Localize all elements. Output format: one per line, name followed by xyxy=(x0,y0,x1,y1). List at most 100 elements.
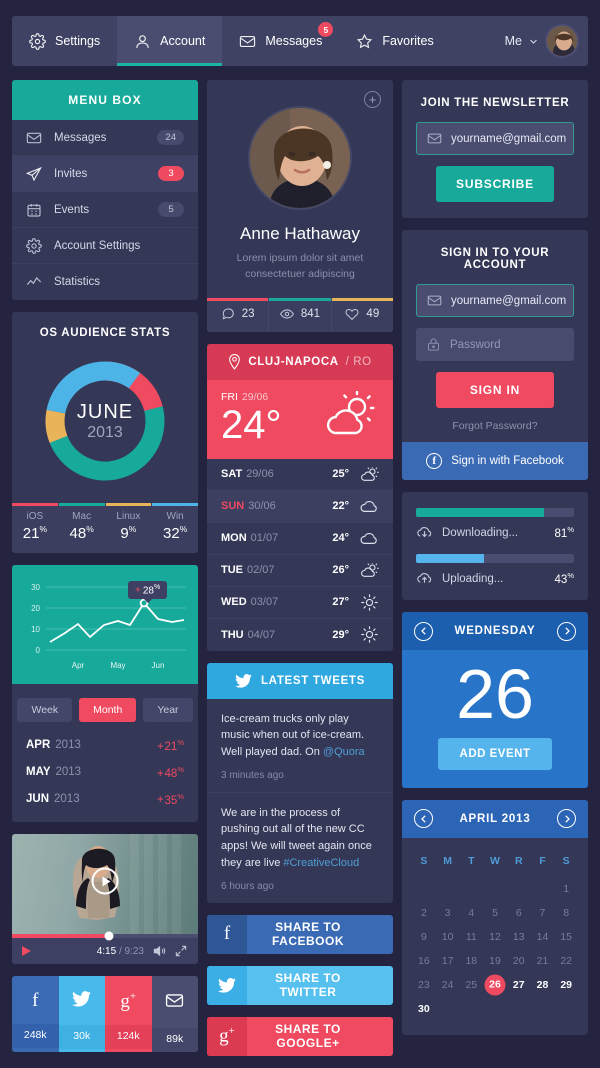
tweet-text-wrap: Ice-cream trucks only play music when ou… xyxy=(221,711,379,761)
calendar-dow: R xyxy=(514,854,523,867)
signin-button[interactable]: SIGN IN xyxy=(436,372,554,408)
filter-week[interactable]: Week xyxy=(17,698,73,722)
paper-plane-icon xyxy=(26,166,42,181)
calendar-day[interactable]: 22 xyxy=(554,949,578,973)
calendar-day[interactable]: 3 xyxy=(436,901,460,925)
forecast-row[interactable]: THU 04/07 29° xyxy=(207,619,393,651)
calendar-day-today[interactable]: 26 xyxy=(483,973,507,997)
forecast-dow: WED xyxy=(221,596,247,608)
add-event-button[interactable]: ADD EVENT xyxy=(437,737,553,770)
tweet-mention-link[interactable]: @Quora xyxy=(323,746,365,758)
sun-icon xyxy=(359,626,379,643)
share-googleplus-button[interactable]: g+ SHARE TO GOOGLE+ xyxy=(207,1016,393,1056)
calendar-day[interactable]: 27 xyxy=(507,973,531,997)
filter-year[interactable]: Year xyxy=(143,698,193,722)
forgot-password-link[interactable]: Forgot Password? xyxy=(416,408,574,432)
volume-icon[interactable] xyxy=(152,944,166,958)
menu-item-account-settings[interactable]: Account Settings xyxy=(12,228,198,264)
signin-facebook-button[interactable]: f Sign in with Facebook xyxy=(402,442,588,480)
menu-item-invites[interactable]: Invites 3 xyxy=(12,156,198,192)
share-twitter-button[interactable]: SHARE TO TWITTER xyxy=(207,965,393,1005)
play-button-overlay[interactable] xyxy=(91,867,119,895)
subscribe-button[interactable]: SUBSCRIBE xyxy=(436,166,554,202)
calendar-day[interactable]: 2 xyxy=(412,901,436,925)
menu-item-events[interactable]: Events 5 xyxy=(12,192,198,228)
next-day-button[interactable] xyxy=(557,621,576,641)
calendar-day[interactable]: 28 xyxy=(531,973,555,997)
calendar-day[interactable]: 13 xyxy=(507,925,531,949)
profile-stat-views[interactable]: 841 xyxy=(269,297,332,332)
play-icon[interactable] xyxy=(22,946,31,957)
left-column: MENU BOX Messages 24 Invites 3 Events 5 … xyxy=(12,80,198,1053)
calendar-day[interactable]: 10 xyxy=(436,925,460,949)
forecast-row[interactable]: TUE 02/07 26° xyxy=(207,555,393,587)
add-icon[interactable]: + xyxy=(364,91,381,108)
day-widget-header: WEDNESDAY xyxy=(402,612,588,650)
calendar-day[interactable]: 11 xyxy=(459,925,483,949)
signin-email-value: yourname@gmail.com xyxy=(451,294,567,307)
social-googleplus[interactable]: g+ 124k xyxy=(105,976,152,1053)
calendar-day[interactable]: 5 xyxy=(483,901,507,925)
period-filters: Week Month Year xyxy=(12,684,198,732)
calendar-day[interactable]: 4 xyxy=(459,901,483,925)
nav-item-favorites[interactable]: Favorites xyxy=(339,16,450,66)
share-facebook-button[interactable]: f SHARE TO FACEBOOK xyxy=(207,914,393,954)
social-email[interactable]: 89k xyxy=(151,976,198,1053)
profile-stat-likes[interactable]: 49 xyxy=(331,297,393,332)
calendar-day[interactable]: 6 xyxy=(507,901,531,925)
filter-month[interactable]: Month xyxy=(79,698,137,722)
calendar-day[interactable]: 7 xyxy=(531,901,555,925)
forecast-row[interactable]: SUN 30/06 22° xyxy=(207,490,393,523)
tweet-text-wrap: We are in the process of pushing out all… xyxy=(221,805,379,872)
next-month-button[interactable] xyxy=(557,809,576,828)
forecast-dow: THU xyxy=(221,628,244,641)
calendar-day[interactable]: 17 xyxy=(436,949,460,973)
download-percent: 81% xyxy=(554,525,574,540)
calendar-day[interactable]: 19 xyxy=(483,949,507,973)
forecast-row[interactable]: WED 03/07 27° xyxy=(207,587,393,619)
avatar[interactable] xyxy=(545,24,579,58)
tweet-hashtag-link[interactable]: #CreativeCloud xyxy=(283,857,359,869)
prev-day-button[interactable] xyxy=(414,621,433,641)
calendar-day[interactable]: 9 xyxy=(412,925,436,949)
nav-item-settings[interactable]: Settings xyxy=(12,16,117,66)
video-progress-handle[interactable] xyxy=(104,931,114,941)
social-twitter[interactable]: 30k xyxy=(58,976,105,1053)
signin-password-field[interactable]: Password xyxy=(416,328,574,361)
nav-item-account[interactable]: Account xyxy=(117,16,223,66)
calendar-day[interactable]: 1 xyxy=(554,877,578,901)
menu-item-statistics[interactable]: Statistics xyxy=(12,264,198,300)
forecast-date: 02/07 xyxy=(247,564,275,576)
social-facebook[interactable]: f 248k xyxy=(12,976,59,1053)
profile-stat-comments[interactable]: 23 xyxy=(207,297,270,332)
user-menu[interactable]: Me xyxy=(505,16,588,66)
calendar-day[interactable]: 21 xyxy=(531,949,555,973)
calendar-day[interactable]: 20 xyxy=(507,949,531,973)
prev-month-button[interactable] xyxy=(414,809,433,828)
calendar-day[interactable]: 23 xyxy=(412,973,436,997)
calendar-day[interactable]: 24 xyxy=(436,973,460,997)
fullscreen-icon[interactable] xyxy=(174,944,188,958)
calendar-day[interactable]: 18 xyxy=(459,949,483,973)
calendar-day[interactable]: 14 xyxy=(531,925,555,949)
avatar-image xyxy=(547,26,577,56)
calendar-day[interactable]: 12 xyxy=(483,925,507,949)
calendar-day[interactable]: 29 xyxy=(554,973,578,997)
video-progress-bar[interactable] xyxy=(12,931,198,941)
calendar-day[interactable]: 8 xyxy=(554,901,578,925)
cloud-icon xyxy=(359,531,379,545)
os-value: 9% xyxy=(120,524,137,542)
nav-item-messages[interactable]: Messages 5 xyxy=(222,16,339,66)
forecast-row[interactable]: MON 01/07 24° xyxy=(207,523,393,555)
calendar-day[interactable]: 25 xyxy=(459,973,483,997)
forecast-dow: SUN xyxy=(221,500,245,512)
newsletter-email-field[interactable]: yourname@gmail.com xyxy=(416,122,574,155)
video-thumbnail[interactable] xyxy=(12,834,198,935)
calendar-day[interactable]: 15 xyxy=(554,925,578,949)
signin-email-field[interactable]: yourname@gmail.com xyxy=(416,284,574,317)
calendar-day[interactable]: 30 xyxy=(412,997,436,1021)
menu-item-messages[interactable]: Messages 24 xyxy=(12,120,198,156)
profile-stats: 23 841 49 xyxy=(207,297,393,332)
forecast-row[interactable]: SAT 29/06 25° xyxy=(207,459,393,491)
calendar-day[interactable]: 16 xyxy=(412,949,436,973)
